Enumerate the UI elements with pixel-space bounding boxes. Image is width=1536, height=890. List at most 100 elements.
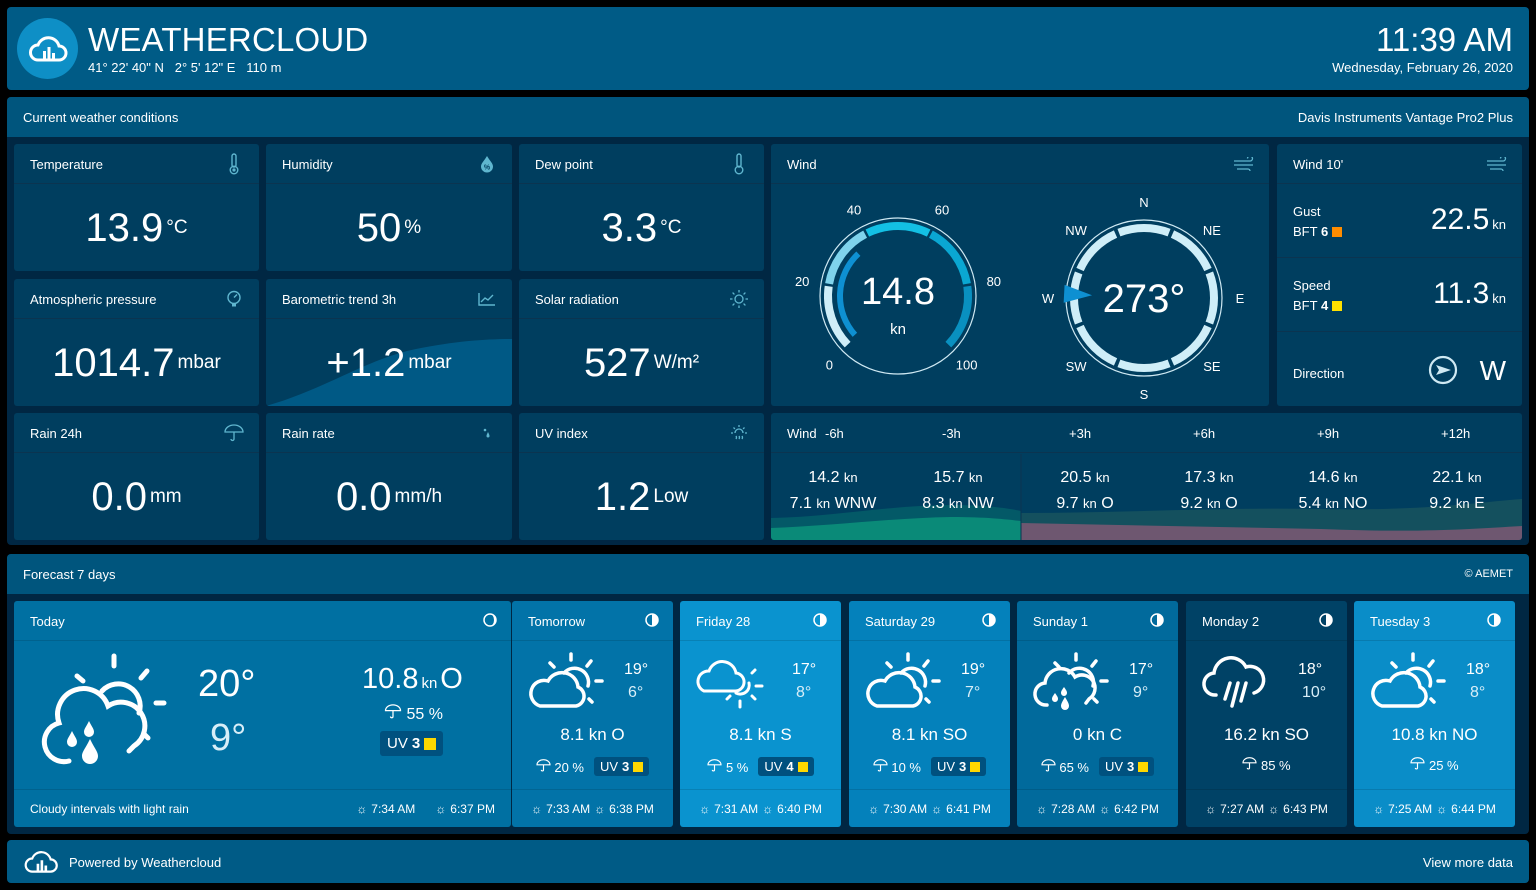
wind-forecast-column: 20.5 kn 9.7 kn O [1023, 469, 1147, 513]
uv-level: Low [653, 486, 689, 507]
rain-24h-value: 0.0 [91, 474, 147, 519]
forecast-day-card[interactable]: Saturday 29 19° 7° 8.1 kn SO 10 % UV 3 ☼ 7:30 A… [849, 601, 1010, 827]
sunset-icon: ☼ [1099, 801, 1111, 816]
sunset-icon: ☼ [1436, 801, 1448, 816]
pressure-unit: mbar [177, 352, 221, 373]
forecast-day-card[interactable]: Friday 28 17° 8° 8.1 kn S 5 % UV 4 ☼ 7:31 AM ☼ 6:… [680, 601, 841, 827]
wind-mean: 9.2 kn E [1429, 495, 1485, 512]
forecast-day-card[interactable]: Tuesday 3 18° 8° 10.8 kn NO 25 % ☼ 7:25 AM ☼ 6:… [1354, 601, 1515, 827]
sunrise-time: 7:27 AM [1220, 801, 1265, 816]
wind-forecast-time: +6h [1193, 426, 1216, 441]
humidity-card[interactable]: Humidity % 50% [266, 144, 512, 271]
forecast-day: Today [30, 614, 65, 629]
wind-mean: 5.4 kn NO [1298, 495, 1368, 512]
cloud-sun-rain-icon [34, 651, 169, 776]
rain-rate-card[interactable]: Rain rate 0.0 mm/h [266, 413, 512, 540]
sunset-time: 6:41 PM [946, 801, 991, 816]
umbrella-icon [223, 422, 245, 444]
wind-mean: 7.1 kn WNW [789, 495, 877, 512]
header: WEATHERCLOUD 41° 22' 40" N 2° 5' 12" E 1… [7, 7, 1529, 90]
weather-description: Cloudy intervals with light rain [30, 801, 189, 816]
moon-phase-icon [813, 613, 827, 630]
forecast-day: Sunday 1 [1033, 614, 1088, 629]
rain-rate-value: 0.0 [335, 474, 392, 519]
forecast-today-card[interactable]: Today 20° 9° 10.8 kn O 55 % UV 3 Cloudy int… [14, 601, 511, 827]
moon-phase-icon [1319, 613, 1333, 630]
sunset-time: 6:44 PM [1451, 801, 1496, 816]
gust-label: Gust [1293, 204, 1321, 219]
forecast-high: 18° [1298, 661, 1323, 678]
speed-gauge-tick-label: 0 [826, 358, 833, 373]
pressure-card[interactable]: Atmospheric pressure 1014.7 mbar [14, 279, 259, 406]
wind-10min-card[interactable]: Wind 10' Gust BFT 6 22.5 kn Speed BFT 4 1… [1277, 144, 1522, 406]
rain-chance: 65 % [1041, 758, 1089, 775]
view-more-data-link[interactable]: View more data [1423, 855, 1513, 870]
forecast-day-card[interactable]: Sunday 1 17° 9° 0 kn C 65 % UV 3 ☼ 7:28 AM ☼ 6:42… [1017, 601, 1178, 827]
sunrise-time: 7:33 AM [546, 801, 591, 816]
forecast-source: © AEMET [1464, 568, 1513, 580]
card-title: Atmospheric pressure [30, 292, 157, 307]
compass-label: S [1140, 387, 1149, 402]
wind-mean: 9.2 kn O [1180, 495, 1238, 512]
wind-speed-unit: kn [890, 321, 906, 338]
humidity-drop-icon: % [476, 153, 498, 175]
sunrise-icon: ☼ [531, 801, 543, 816]
compass-label: E [1236, 291, 1245, 306]
cloud-logo-icon [28, 35, 67, 61]
cloud-logo-icon [23, 848, 59, 881]
card-title: Dew point [535, 157, 593, 172]
card-title: Wind [787, 157, 817, 172]
forecast-high: 17° [1129, 661, 1154, 678]
sunrise-icon: ☼ [1036, 801, 1048, 816]
wind-forecast-label: Wind [787, 426, 817, 441]
powered-by-link[interactable]: Powered by Weathercloud [69, 855, 221, 870]
forecast-day-card[interactable]: Monday 2 18° 10° 16.2 kn SO 85 % ☼ 7:27 AM ☼ 6:… [1186, 601, 1347, 827]
rain-chance: 5 % [707, 758, 748, 775]
sunrise-icon: ☼ [1205, 801, 1217, 816]
rain-rate-unit: mm/h [394, 486, 443, 507]
temperature-card[interactable]: Temperature 13.9 °C [14, 144, 259, 271]
forecast-day-card[interactable]: Tomorrow 19° 6° 8.1 kn O 20 % UV 3 ☼ 7:33 AM ☼ 6:… [512, 601, 673, 827]
dewpoint-card[interactable]: Dew point 3.3 °C [519, 144, 764, 271]
svg-text:%: % [484, 165, 491, 172]
speed-gauge-segment [825, 230, 868, 285]
sunrise-icon: ☼ [1373, 801, 1385, 816]
solar-value: 527 [583, 340, 651, 385]
wind-gust: 14.6 kn [1308, 469, 1358, 486]
wind-gust: 15.7 kn [933, 469, 983, 486]
partly-cloudy-icon [863, 651, 943, 716]
wind-forecast-card[interactable]: Wind -6h 14.2 kn 7.1 kn WNW -3h 15.7 kn 8.3 k… [771, 413, 1522, 540]
wind-card[interactable]: Wind 0 20 40 60 80 100 14.8 kn N NE E SE S SW W NW 273° [771, 144, 1269, 406]
direction-label: Direction [1293, 366, 1345, 381]
weathercloud-logo[interactable] [17, 18, 78, 79]
current-time: 11:39 AM [1376, 21, 1513, 58]
solar-radiation-card[interactable]: Solar radiation 527 W/m² [519, 279, 764, 406]
barometric-trend-card[interactable]: Barometric trend 3h +1.2 mbar [266, 279, 512, 406]
wind-gauges: 0 20 40 60 80 100 14.8 kn N NE E SE S SW W NW 273° [795, 195, 1245, 402]
sunset-icon: ☼ [594, 801, 606, 816]
forecast-day: Tuesday 3 [1370, 614, 1431, 629]
uv-badge: UV 4 [758, 757, 814, 776]
wind-mean: 8.3 kn NW [922, 495, 994, 512]
wind-forecast-column: 15.7 kn 8.3 kn NW [896, 469, 1020, 513]
umbrella-icon [1041, 758, 1056, 775]
trend-value: +1.2 [326, 340, 406, 385]
sunset-icon: ☼ [931, 801, 943, 816]
section-title: Current weather conditions [23, 110, 179, 125]
today-rain-chance: 55 % [384, 704, 443, 724]
device-name: Davis Instruments Vantage Pro2 Plus [1297, 110, 1513, 125]
compass-label: NW [1065, 223, 1087, 238]
speed-gauge-segment [928, 230, 971, 285]
forecast-misc: 85 % [1186, 757, 1347, 773]
footer: Powered by Weathercloud View more data [7, 840, 1529, 883]
speed-gauge-value-arc [837, 251, 861, 337]
forecast-wind: 8.1 kn O [560, 725, 625, 744]
brand-title: WEATHERCLOUD [88, 21, 369, 58]
direction-arrow-icon [1428, 355, 1458, 390]
umbrella-icon [536, 758, 551, 775]
forecast-misc: 65 % UV 3 [1017, 757, 1178, 776]
rain-24h-card[interactable]: Rain 24h 0.0 mm [14, 413, 259, 540]
wind-forecast-time: -6h [825, 426, 844, 441]
uv-index-card[interactable]: UV index 1.2 Low [519, 413, 764, 540]
sunrise-time: 7:31 AM [714, 801, 759, 816]
